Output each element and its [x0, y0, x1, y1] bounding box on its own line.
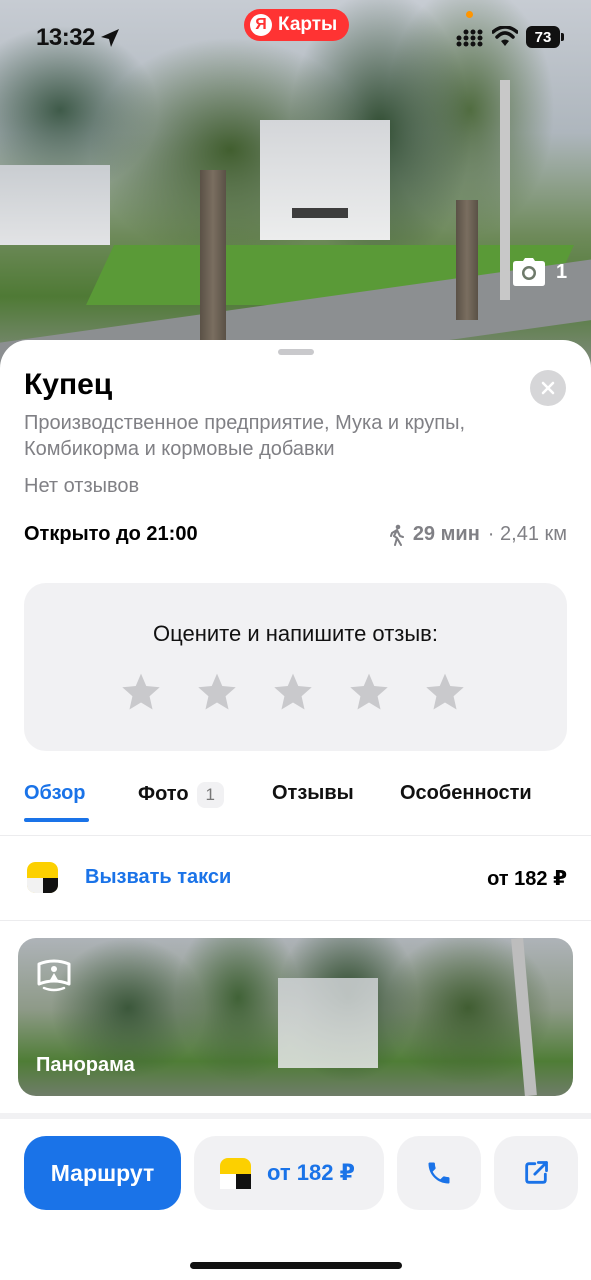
camera-icon: [513, 258, 545, 286]
yandex-taxi-icon: [27, 862, 58, 893]
building-shape: [0, 165, 110, 245]
location-arrow-icon: [101, 29, 119, 47]
star-icon[interactable]: [196, 671, 238, 713]
photo-count[interactable]: 1: [512, 258, 567, 286]
walking-distance[interactable]: 29 мин · 2,41 км: [389, 523, 567, 546]
call-taxi-label: Вызвать такси: [85, 866, 232, 888]
street-pole: [511, 938, 537, 1096]
close-button[interactable]: [530, 370, 566, 406]
photo-count-value: 1: [556, 260, 568, 283]
wifi-icon: [492, 26, 518, 46]
place-title: Купец: [24, 368, 113, 401]
action-bar: Маршрут от 182 ₽: [0, 1136, 591, 1210]
yandex-maps-badge[interactable]: Я Карты: [244, 9, 350, 41]
share-button[interactable]: [494, 1136, 578, 1210]
star-rating: [120, 671, 466, 713]
photos-count-badge: 1: [196, 782, 225, 808]
tab-features[interactable]: Особенности: [400, 782, 532, 805]
tab-photos-label: Фото: [138, 783, 189, 805]
status-bar: 13:32 Я Карты 73: [0, 0, 591, 80]
share-icon: [525, 1161, 548, 1184]
distance-value: · 2,41 км: [487, 523, 567, 545]
taxi-order-price: от 182 ₽: [267, 1160, 355, 1185]
reviews-status: Нет отзывов: [24, 475, 140, 497]
tab-photos[interactable]: Фото 1: [138, 782, 225, 808]
panorama-icon: [37, 959, 71, 992]
street-pole: [500, 80, 510, 300]
walk-time: 29 мин: [412, 523, 480, 545]
star-icon[interactable]: [272, 671, 314, 713]
star-icon[interactable]: [348, 671, 390, 713]
yandex-logo-icon: Я: [250, 14, 272, 36]
panorama-label: Панорама: [36, 1054, 135, 1076]
tab-overview[interactable]: Обзор: [24, 782, 86, 805]
building-shape: [260, 120, 390, 240]
battery-indicator: 73: [526, 26, 564, 48]
panorama-card[interactable]: Панорама: [18, 938, 573, 1096]
taxi-price: от 182 ₽: [487, 868, 567, 890]
tab-bar: Обзор Фото 1 Отзывы Особенности: [0, 770, 591, 836]
section-divider: [0, 1113, 591, 1119]
walking-person-icon: [389, 524, 404, 546]
storefront-sign: [292, 208, 348, 218]
tree-trunk: [456, 200, 478, 320]
taxi-order-button[interactable]: от 182 ₽: [194, 1136, 384, 1210]
yandex-taxi-icon: [220, 1157, 251, 1189]
place-card-sheet: Купец Производственное предприятие, Мука…: [0, 340, 591, 1280]
tree-trunk: [200, 170, 226, 340]
privacy-indicator-dot: [466, 11, 473, 18]
opening-hours[interactable]: Открыто до 21:00: [24, 523, 198, 546]
star-icon[interactable]: [120, 671, 162, 713]
battery-level: 73: [534, 28, 552, 46]
call-button[interactable]: [397, 1136, 481, 1210]
brand-name: Карты: [278, 14, 338, 35]
phone-icon: [428, 1162, 450, 1184]
cellular-signal-icon: [456, 29, 483, 47]
call-taxi-row[interactable]: Вызвать такси от 182 ₽: [0, 837, 591, 921]
route-button[interactable]: Маршрут: [24, 1136, 181, 1210]
active-tab-indicator: [24, 818, 89, 822]
close-icon: [541, 381, 555, 395]
rate-prompt: Оцените и напишите отзыв:: [153, 621, 438, 646]
home-indicator[interactable]: [190, 1262, 402, 1269]
rate-review-card: Оцените и напишите отзыв:: [24, 583, 567, 751]
building-shape: [278, 978, 378, 1068]
clock: 13:32: [36, 24, 95, 51]
place-categories: Производственное предприятие, Мука и кру…: [24, 412, 466, 460]
sheet-grabber[interactable]: [278, 349, 314, 355]
star-icon[interactable]: [424, 671, 466, 713]
tab-reviews[interactable]: Отзывы: [272, 782, 354, 805]
